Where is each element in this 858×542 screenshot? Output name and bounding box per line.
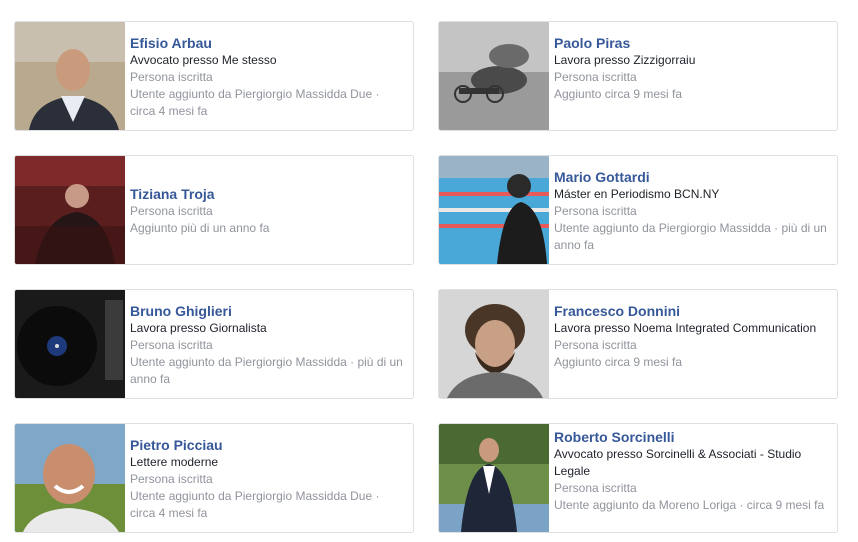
member-job: Máster en Periodismo BCN.NY [554,187,720,201]
member-name[interactable]: Bruno Ghiglieri [130,302,405,320]
member-name[interactable]: Efisio Arbau [130,34,405,52]
member-card: Efisio Arbau Avvocato presso Me stesso P… [14,21,414,131]
member-added: Utente aggiunto da Piergiorgio Massidda … [130,489,380,520]
member-added: Utente aggiunto da Piergiorgio Massidda … [554,221,827,252]
profile-photo[interactable] [439,156,549,264]
member-job: Avvocato presso Sorcinelli & Associati -… [554,447,802,478]
member-card: Paolo Piras Lavora presso Zizzigorraiu P… [438,21,838,131]
member-job: Lavora presso Zizzigorraiu [554,53,696,67]
member-card: Pietro Picciau Lettere moderne Persona i… [14,423,414,533]
member-name[interactable]: Mario Gottardi [554,168,829,186]
member-card: Tiziana Troja Persona iscritta Aggiunto … [14,155,414,265]
member-name[interactable]: Francesco Donnini [554,302,829,320]
member-added: Aggiunto più di un anno fa [130,221,270,235]
profile-photo[interactable] [15,22,125,130]
member-added: Utente aggiunto da Piergiorgio Massidda … [130,355,403,386]
member-name[interactable]: Paolo Piras [554,34,829,52]
member-name[interactable]: Roberto Sorcinelli [554,428,829,446]
member-name[interactable]: Tiziana Troja [130,185,405,203]
member-added: Aggiunto circa 9 mesi fa [554,355,683,369]
member-added: Aggiunto circa 9 mesi fa [554,87,683,101]
profile-photo[interactable] [15,424,125,532]
member-added: Utente aggiunto da Piergiorgio Massidda … [130,87,380,118]
member-job: Lavora presso Giornalista [130,321,267,335]
member-status: Persona iscritta [130,204,213,218]
profile-photo[interactable] [15,156,125,264]
member-added: Utente aggiunto da Moreno Loriga · circa… [554,498,825,512]
profile-photo[interactable] [439,424,549,532]
member-card: Roberto Sorcinelli Avvocato presso Sorci… [438,423,838,533]
member-status: Persona iscritta [554,338,637,352]
member-card: Francesco Donnini Lavora presso Noema In… [438,289,838,399]
member-card: Bruno Ghiglieri Lavora presso Giornalist… [14,289,414,399]
member-card: Mario Gottardi Máster en Periodismo BCN.… [438,155,838,265]
member-status: Persona iscritta [130,70,213,84]
member-status: Persona iscritta [554,204,637,218]
member-job: Lettere moderne [130,455,219,469]
member-status: Persona iscritta [130,472,213,486]
profile-photo[interactable] [439,22,549,130]
profile-photo[interactable] [15,290,125,398]
member-status: Persona iscritta [554,481,637,495]
member-job: Lavora presso Noema Integrated Communica… [554,321,817,335]
profile-photo[interactable] [439,290,549,398]
member-status: Persona iscritta [130,338,213,352]
member-job: Avvocato presso Me stesso [130,53,277,67]
member-status: Persona iscritta [554,70,637,84]
member-name[interactable]: Pietro Picciau [130,436,405,454]
